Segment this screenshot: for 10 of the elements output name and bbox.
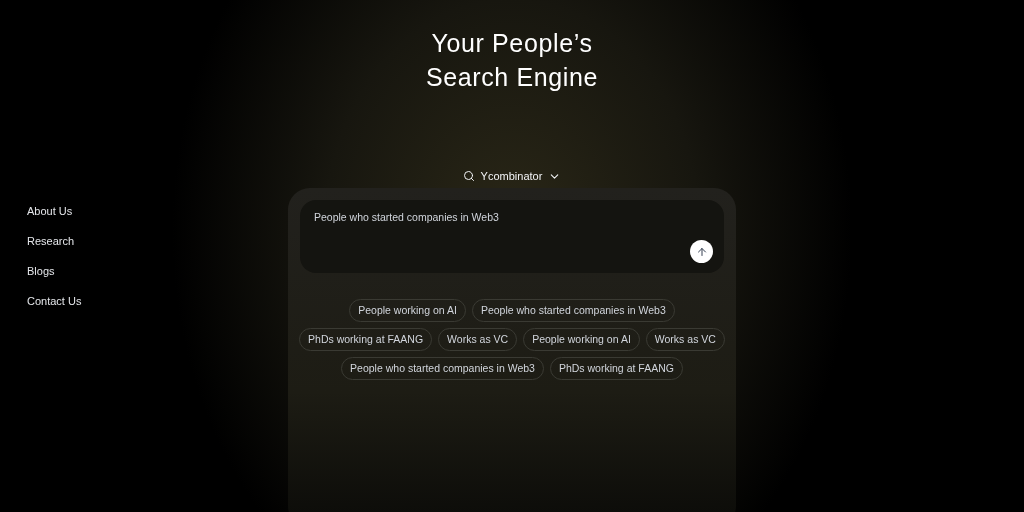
nav-link[interactable]: Contact Us — [27, 293, 82, 309]
nav-link[interactable]: Blogs — [27, 263, 82, 279]
source-selector[interactable]: Ycombinator — [462, 168, 562, 185]
query-field[interactable]: People who started companies in Web3 — [300, 200, 724, 273]
search-icon — [462, 170, 475, 183]
hero-title: Your People’s — [431, 28, 593, 59]
nav-link[interactable]: About Us — [27, 203, 82, 219]
nav-link[interactable]: Research — [27, 233, 82, 249]
hero-title: Search Engine — [425, 62, 599, 93]
arrow-up-icon — [695, 245, 708, 258]
